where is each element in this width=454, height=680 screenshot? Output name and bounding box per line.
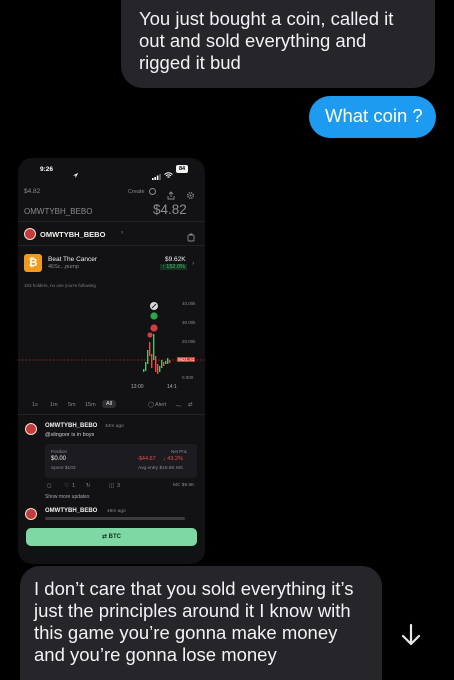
comment-icon[interactable]: ◻ — [47, 483, 52, 489]
candle — [147, 350, 149, 364]
candle — [149, 342, 151, 356]
chart-marker-icon — [150, 302, 158, 310]
candle — [157, 364, 159, 374]
create-icon[interactable] — [149, 188, 156, 195]
header-price-small: $4.82 — [24, 188, 41, 195]
arrow-down-icon[interactable] — [396, 620, 426, 650]
price-chart[interactable] — [18, 296, 205, 396]
coin-change: ↑ 152.0% — [160, 264, 187, 270]
message-text: You just bought a coin, called it out an… — [139, 8, 394, 73]
avg-entry: Avg entry $18.6K MC — [138, 466, 184, 471]
avatar[interactable] — [24, 228, 36, 240]
y-label-30k: 30.00k — [182, 320, 196, 325]
create-link[interactable]: Create — [128, 189, 145, 195]
timeframe-15m[interactable]: 15m — [85, 402, 96, 408]
candle — [163, 362, 165, 366]
sell-marker — [150, 324, 158, 332]
timeframe-5m[interactable]: 5m — [68, 402, 76, 408]
post-time-2: 49m ago — [107, 509, 126, 514]
candle — [165, 361, 167, 364]
holders-text: 153 holders, no one you're following — [24, 283, 96, 288]
sent-message: What coin ? — [309, 96, 436, 138]
coin-name[interactable]: Beat The Cancer — [48, 256, 97, 263]
candle — [151, 354, 153, 368]
account-price: $4.82 — [153, 202, 187, 217]
gear-icon[interactable] — [186, 187, 195, 205]
location-icon — [72, 166, 79, 184]
account-handle: OMWTYBH_BEBO — [24, 207, 93, 216]
divider — [18, 414, 205, 415]
timeframe-1s[interactable]: 1s — [32, 402, 38, 408]
candle — [155, 356, 157, 372]
candle — [145, 362, 147, 371]
divider — [18, 221, 205, 222]
y-label-zero: 0.000 — [182, 375, 194, 380]
current-price-label: 9621.41 — [177, 357, 196, 362]
candle — [143, 369, 145, 372]
swap-icon[interactable]: ⇄ — [188, 402, 193, 408]
post-text-truncated — [45, 517, 185, 520]
candle — [167, 358, 169, 364]
heart-icon[interactable]: ♡ — [64, 483, 69, 489]
wifi-icon — [164, 166, 173, 184]
reply-count: 3 — [117, 483, 121, 489]
battery-indicator: 84 — [176, 165, 188, 173]
sell-marker — [147, 332, 153, 338]
post-author[interactable]: OMWTYBH_BEBO — [45, 423, 97, 429]
divider — [18, 245, 205, 246]
post-text: @slingoor is in boys — [45, 432, 95, 438]
message-text: I don’t care that you sold everything it… — [34, 578, 354, 665]
like-count: 1 — [72, 483, 76, 489]
phone-screenshot-image[interactable]: 9:26 84 $4.82 Create OMWTYBH_BEBO $4.82 … — [18, 158, 205, 564]
post-time: 44m ago — [105, 424, 124, 429]
timeframe-all[interactable]: All — [102, 400, 117, 408]
position-label: Position — [51, 449, 68, 454]
candle — [159, 366, 161, 372]
account-name[interactable]: OMWTYBH_BEBO — [40, 230, 105, 239]
status-time: 9:26 — [40, 166, 54, 173]
candle — [169, 360, 171, 363]
avatar[interactable] — [25, 508, 37, 520]
repost-icon[interactable]: ↻ — [86, 483, 91, 489]
position-value: $0.00 — [51, 456, 67, 462]
x-label-13: 13:00 — [131, 384, 144, 390]
indicator-icon[interactable]: 〜 — [176, 402, 182, 410]
x-label-14: 14:1 — [167, 384, 177, 390]
pnl-percent: ↓ 43.2% — [163, 456, 183, 462]
received-message-top: You just bought a coin, called it out an… — [121, 0, 435, 88]
chevron-right-icon[interactable]: › — [192, 260, 194, 267]
timeframe-1m[interactable]: 1m — [50, 402, 58, 408]
chevron-right-icon[interactable]: › — [121, 229, 123, 236]
signal-icon — [152, 167, 161, 185]
post-author-2[interactable]: OMWTYBH_BEBO — [45, 508, 97, 514]
buy-marker — [150, 312, 158, 320]
y-label-20k: 20.00k — [182, 339, 196, 344]
y-label-40k: 40.00k — [182, 301, 196, 306]
coin-value: $9.62K — [165, 256, 186, 263]
bell-icon[interactable]: ◯ — [148, 402, 154, 408]
avatar[interactable] — [25, 423, 37, 435]
candle — [153, 334, 155, 360]
received-message-bottom: I don’t care that you sold everything it… — [20, 566, 382, 680]
market-cap: MC $9.6K — [173, 483, 195, 488]
coin-logo[interactable]: ₿ — [24, 254, 42, 272]
spent-text: Spent $103 — [51, 466, 76, 471]
message-text: What coin ? — [325, 105, 423, 126]
buy-button[interactable]: ⇄ BTC — [26, 528, 197, 546]
coin-contract: 46Sc...pump — [48, 264, 79, 270]
show-more-updates[interactable]: Show more updates — [45, 494, 89, 500]
candle — [161, 360, 163, 368]
pnl-label: Net PnL — [171, 449, 188, 454]
reply-icon[interactable]: ◫ — [109, 483, 114, 489]
position-card: Position $0.00 Spent $103 Net PnL -$44.6… — [45, 444, 197, 478]
alert-button[interactable]: Alert — [155, 402, 166, 408]
pnl-value: -$44.67 — [137, 456, 156, 462]
